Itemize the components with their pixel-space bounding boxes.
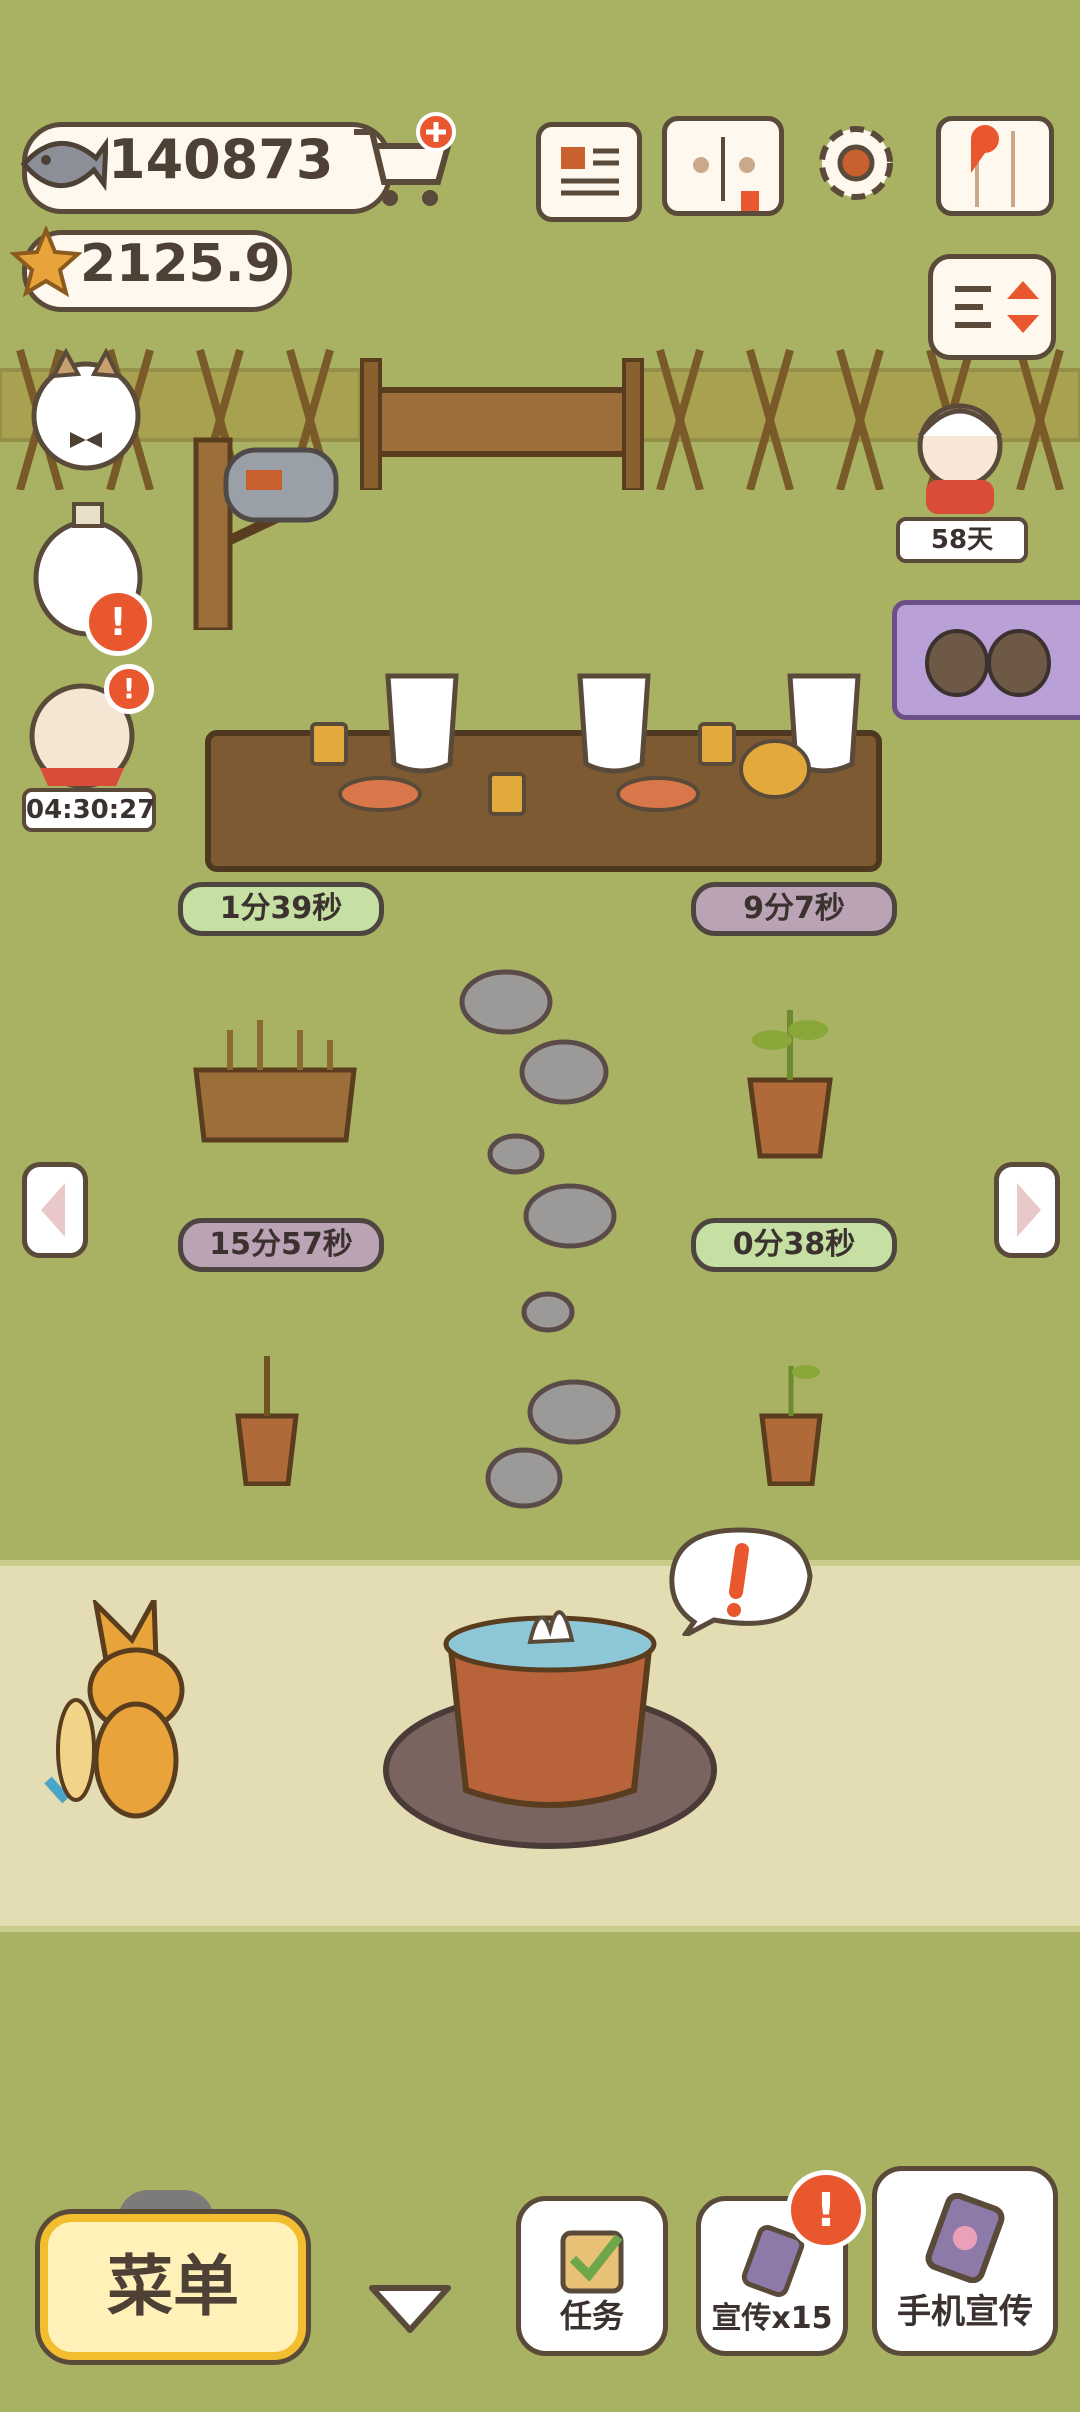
table-items — [310, 673, 861, 816]
promote-alert-icon: ! — [786, 2170, 866, 2250]
serval-cat-character[interactable] — [36, 1600, 216, 1820]
sprout-pot-3[interactable] — [756, 1346, 826, 1486]
visitor-girl-character[interactable] — [890, 396, 1030, 516]
timer-slot-2: 9分7秒 — [691, 882, 897, 936]
next-area-button[interactable] — [994, 1162, 1060, 1258]
purple-promo-panel[interactable] — [892, 600, 1080, 720]
timer-slot-4: 0分38秒 — [691, 1218, 897, 1272]
phone-promotion-button[interactable]: 手机宣传 — [872, 2166, 1058, 2356]
tasks-button[interactable]: 任务 — [516, 2196, 668, 2356]
fish-count: 140873 — [108, 128, 334, 191]
chevron-left-icon — [41, 1183, 65, 1237]
shop-cart-button[interactable] — [350, 112, 460, 212]
fish-icon — [20, 136, 108, 192]
sprout-pot-2[interactable] — [232, 1346, 302, 1486]
bird-pair-icon — [925, 629, 1051, 697]
timer-slot-1: 1分39秒 — [178, 882, 384, 936]
sort-icon — [955, 281, 1039, 333]
promote-x15-label: 宣传x15 — [711, 2301, 833, 2336]
newspaper-button[interactable] — [536, 122, 642, 222]
sprout-pot-1[interactable] — [740, 1000, 840, 1160]
stepping-stones — [459, 969, 621, 1509]
cat-countdown: 04:30:27 — [22, 788, 156, 832]
timer-slot-3: 15分57秒 — [178, 1218, 384, 1272]
pawprint-book-button[interactable] — [662, 116, 784, 216]
star-icon — [10, 226, 82, 298]
speech-bubble-alert[interactable] — [664, 1526, 814, 1636]
map-button[interactable] — [936, 116, 1054, 216]
sort-button[interactable] — [928, 254, 1056, 360]
mailbox[interactable] — [186, 420, 356, 630]
menu-button[interactable]: 菜单 — [40, 2214, 306, 2360]
star-count: 2125.9 — [80, 234, 281, 294]
phone-promotion-label: 手机宣传 — [897, 2292, 1033, 2332]
chevron-right-icon — [1017, 1183, 1041, 1237]
pawprint-book-icon — [693, 137, 759, 213]
red-scarf-alert-icon: ! — [104, 664, 154, 714]
menu-button-label: 菜单 — [107, 2248, 239, 2325]
prev-area-button[interactable] — [22, 1162, 88, 1258]
gear-icon[interactable] — [808, 118, 904, 208]
corn-planter[interactable] — [190, 1010, 360, 1150]
checklist-icon — [560, 2230, 624, 2294]
days-badge: 58天 — [896, 517, 1028, 563]
chef-cat-alert-icon: ! — [84, 588, 152, 656]
phone-icon — [925, 2193, 1005, 2283]
chevron-down-icon[interactable] — [366, 2280, 454, 2336]
newspaper-icon — [561, 147, 619, 196]
tasks-label: 任务 — [559, 2297, 624, 2335]
map-icon — [971, 125, 1015, 207]
bowtie-cat-character[interactable] — [26, 346, 146, 476]
